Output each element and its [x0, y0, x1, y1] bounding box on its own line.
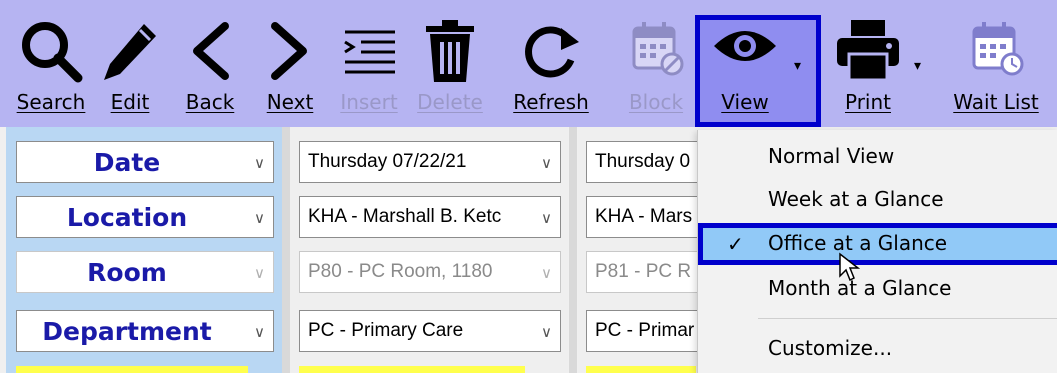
- edit-button[interactable]: Edit: [100, 0, 160, 127]
- location-select-a[interactable]: KHA - Marshall B. Ketc ∨: [299, 196, 561, 238]
- back-button-label: Back: [185, 90, 235, 114]
- printer-icon: [828, 18, 908, 88]
- view-dropdown-menu: Normal View Week at a Glance ✓ Office at…: [697, 130, 1057, 373]
- insert-button[interactable]: Insert: [334, 0, 404, 127]
- view-dropdown-caret-icon[interactable]: ▾: [794, 58, 801, 74]
- date-label: Date: [93, 148, 161, 177]
- refresh-button[interactable]: Refresh: [508, 0, 594, 127]
- calendar-clock-icon: [948, 18, 1044, 88]
- view-button[interactable]: ▾ View: [700, 0, 816, 127]
- chevron-down-icon: ∨: [541, 265, 552, 282]
- insert-lines-icon: [334, 18, 404, 88]
- department-value-a: PC - Primary Care: [308, 320, 464, 341]
- column-divider: [282, 127, 290, 373]
- date-value-b: Thursday 0: [595, 151, 691, 172]
- chevron-down-icon: ∨: [254, 324, 265, 341]
- wait-list-button-label: Wait List: [953, 90, 1039, 114]
- room-field-selector[interactable]: Room ∨: [16, 251, 274, 293]
- date-value-a: Thursday 07/22/21: [308, 151, 467, 172]
- search-button[interactable]: Search: [10, 0, 92, 127]
- room-label: Room: [87, 258, 167, 287]
- location-field-selector[interactable]: Location ∨: [16, 196, 274, 238]
- chevron-down-icon: ∨: [254, 265, 265, 282]
- highlight-strip: [586, 366, 696, 373]
- chevron-down-icon: ∨: [254, 210, 265, 227]
- menu-item-week-at-a-glance[interactable]: Week at a Glance: [698, 179, 1057, 219]
- chevron-left-icon: [178, 18, 242, 88]
- menu-item-label: Normal View: [768, 144, 895, 168]
- insert-button-label: Insert: [340, 90, 398, 114]
- menu-item-normal-view[interactable]: Normal View: [698, 136, 1057, 176]
- department-select-a[interactable]: PC - Primary Care ∨: [299, 310, 561, 352]
- date-field-selector[interactable]: Date ∨: [16, 141, 274, 183]
- next-button[interactable]: Next: [258, 0, 322, 127]
- search-icon: [10, 18, 92, 88]
- print-dropdown-caret-icon[interactable]: ▾: [914, 58, 921, 74]
- trash-icon: [414, 18, 486, 88]
- chevron-down-icon: ∨: [254, 155, 265, 172]
- chevron-down-icon: ∨: [541, 324, 552, 341]
- menu-separator: [758, 318, 1057, 319]
- location-label: Location: [66, 203, 188, 232]
- room-select-a[interactable]: P80 - PC Room, 1180 ∨: [299, 251, 561, 293]
- highlight-strip: [16, 366, 248, 373]
- highlight-strip: [299, 366, 525, 373]
- chevron-down-icon: ∨: [541, 210, 552, 227]
- next-button-label: Next: [266, 90, 314, 114]
- chevron-down-icon: ∨: [541, 155, 552, 172]
- print-button[interactable]: ▾ Print: [828, 0, 932, 127]
- menu-item-customize[interactable]: Customize...: [698, 328, 1057, 368]
- menu-item-label: Week at a Glance: [768, 187, 944, 211]
- edit-button-label: Edit: [110, 90, 150, 114]
- menu-item-office-at-a-glance[interactable]: ✓ Office at a Glance: [698, 223, 1057, 282]
- location-value-b: KHA - Mars: [595, 206, 693, 227]
- chevron-right-icon: [258, 18, 322, 88]
- block-button[interactable]: Block: [620, 0, 692, 127]
- checkmark-icon: ✓: [727, 232, 744, 256]
- date-select-a[interactable]: Thursday 07/22/21 ∨: [299, 141, 561, 183]
- department-field-selector[interactable]: Department ∨: [16, 310, 274, 352]
- search-button-label: Search: [16, 90, 86, 114]
- calendar-block-icon: [620, 18, 692, 88]
- room-value-b: P81 - PC R: [595, 261, 692, 282]
- department-label: Department: [42, 317, 212, 346]
- location-value-a: KHA - Marshall B. Ketc: [308, 206, 502, 227]
- room-value-a: P80 - PC Room, 1180: [308, 261, 493, 282]
- column-divider: [569, 127, 577, 373]
- delete-button-label: Delete: [417, 90, 483, 114]
- menu-item-label: Customize...: [768, 336, 893, 360]
- refresh-icon: [508, 18, 594, 88]
- pencil-icon: [100, 18, 160, 88]
- print-button-label: Print: [844, 90, 891, 114]
- toolbar: Search Edit Back Next Insert Delete Refr…: [0, 0, 1057, 127]
- menu-item-label: Month at a Glance: [768, 276, 952, 300]
- back-button[interactable]: Back: [178, 0, 242, 127]
- refresh-button-label: Refresh: [513, 90, 589, 114]
- delete-button[interactable]: Delete: [414, 0, 486, 127]
- wait-list-button[interactable]: Wait List: [948, 0, 1044, 127]
- eye-icon: [700, 18, 790, 88]
- menu-item-month-at-a-glance[interactable]: Month at a Glance: [698, 268, 1057, 308]
- block-button-label: Block: [628, 90, 684, 114]
- view-button-label: View: [721, 90, 769, 114]
- department-value-b: PC - Primar: [595, 320, 695, 341]
